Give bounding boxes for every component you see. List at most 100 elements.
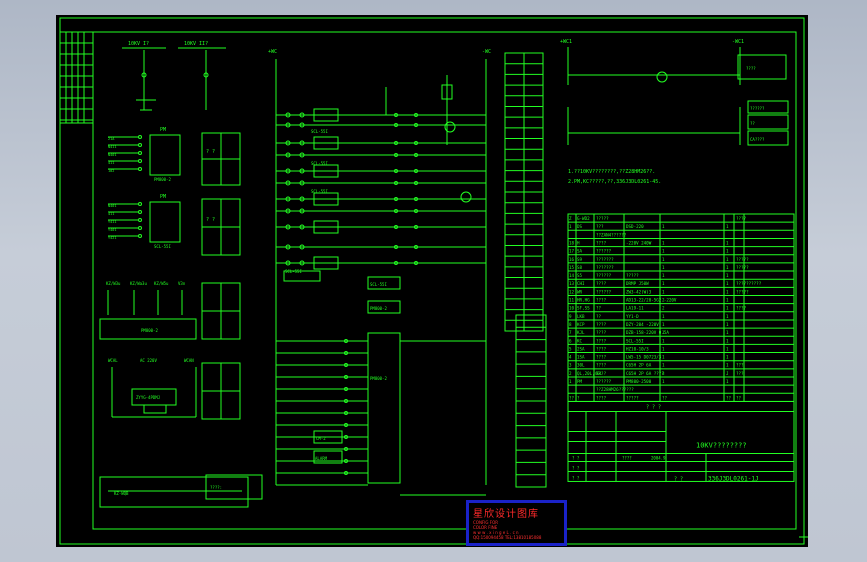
bom-cell: DS [577, 224, 583, 229]
terminal-label: Y421 [108, 236, 116, 240]
terminal-box-label: ? ? [206, 217, 215, 223]
bom-cell: PM800-2500 [626, 379, 652, 384]
bom-cell: 1 [569, 224, 572, 229]
bom-cell: 1 [662, 379, 665, 384]
bom-cell: DSD-220 [626, 224, 644, 229]
terminal-label: 21A [108, 137, 115, 141]
bom-cell: ??? [736, 363, 744, 368]
bom-cell: 5 [569, 346, 572, 351]
note-line: 1.??10KV????????,??Z28HM26??. [568, 169, 655, 175]
relay-box [143, 404, 167, 414]
terminal-circle [138, 210, 142, 214]
terminal-label: Y401 [108, 228, 116, 232]
bom-cell: 3 [662, 371, 665, 376]
bom-cell: ?? [736, 395, 742, 400]
bom-cell: LA19-11 [626, 306, 644, 311]
stamp-title: 星欣设计图库 [473, 509, 539, 520]
bom-cell: ?????? [596, 379, 612, 384]
bom-cell: ???? [596, 346, 607, 351]
bom-cell: ????? [736, 257, 749, 262]
bom-cell: ? [577, 395, 580, 400]
bom-cell: 15 [569, 265, 575, 270]
row-mark: ? ? [572, 455, 580, 460]
supply-label: 10KV I? [128, 41, 149, 47]
bom-cell: KJL [577, 330, 585, 335]
control-box-label: ALARM [315, 456, 328, 461]
bom-cell: 1 [662, 249, 665, 254]
bom-cell: DZY-204 -220V [626, 322, 659, 327]
bom-cell: 13 [569, 281, 575, 286]
pm-label: PM [160, 194, 166, 200]
bom-cell: ????? [736, 289, 749, 294]
meter-box-label: PM800-2 [141, 328, 158, 333]
outer-frame [59, 17, 805, 545]
bom-cell: 1 [662, 314, 665, 319]
bom-cell: G-WD2 [577, 216, 590, 221]
plc-box [367, 332, 401, 484]
bus-label: -WC1 [732, 39, 744, 45]
title-block-header: ? ? ? [646, 404, 661, 410]
pm-label: PM [160, 127, 166, 133]
relay-label: SCL-55I [311, 129, 328, 134]
bom-cell: 1 [726, 379, 729, 384]
bom-cell: 1 [726, 224, 729, 229]
supply-label: 10KV II? [184, 41, 208, 47]
bom-cell: S8 [577, 265, 583, 270]
note-line: 2.PM,KC?????,??,336J3DL0261-45. [568, 179, 661, 185]
bom-cell: ???? [736, 306, 747, 311]
bom-cell: HR,HG [577, 298, 590, 303]
bom-cell: 1SA [577, 355, 585, 360]
terminal-label: 411 [108, 161, 114, 165]
terminal-circle [138, 135, 142, 139]
bom-cell: 2 [569, 371, 572, 376]
bom-cell: ????? [736, 265, 749, 270]
right-small-label: CA???? [750, 137, 765, 142]
bom-cell: ?? [662, 395, 668, 400]
bom-cell: 3 [569, 363, 572, 368]
bom-cell: 1 [726, 314, 729, 319]
date-label: ???? [622, 455, 632, 460]
acdc-label: WCAL [108, 358, 118, 363]
bom-cell: 1 [726, 289, 729, 294]
bom-cell: 1 [662, 281, 665, 286]
bom-cell: 7 [569, 330, 572, 335]
bom-cell: ?????? [596, 249, 612, 254]
bom-cell: ????? [596, 216, 609, 221]
bus-label: -WC [482, 49, 491, 55]
bom-cell: 1 [726, 306, 729, 311]
bom-cell: 1 [726, 346, 729, 351]
bom-cell: H [577, 240, 580, 245]
motor-circle [656, 71, 668, 83]
right-small-label: ?????? [750, 106, 765, 111]
bom-cell: ???? [596, 363, 607, 368]
date-value: 2004.9 [651, 455, 666, 460]
component-box [149, 201, 181, 243]
bom-cell: 1 [662, 363, 665, 368]
bom-cell: KCP [577, 322, 585, 327]
acdc-box-label: ZYYG-4PDMJ [136, 395, 160, 400]
drawing-code: 336J3DL0261-1J [708, 475, 759, 482]
bom-cell: ???? [596, 395, 607, 400]
bom-cell: AD13-22/20-5G2 -220V [626, 298, 677, 303]
bom-cell: ZW3-42(W)3 [626, 289, 652, 294]
bom-cell: 1 [662, 240, 665, 245]
bom-cell: YY1-D [626, 314, 639, 319]
bom-cell: 1 [726, 257, 729, 262]
bom-cell: ??? [596, 224, 604, 229]
bom-cell: ?? [596, 314, 602, 319]
drawing-sheet: 10KV I? 10KV II? PM PM800-2 PM SCL-55I 21A N411… [56, 15, 808, 547]
bom-cell: ????? [626, 273, 639, 278]
bom-cell: ????? [626, 395, 639, 400]
bom-cell: 1 [662, 257, 665, 262]
component-box [149, 134, 181, 176]
bom-cell: CHI [577, 281, 585, 286]
control-box-label: PM800-2 [370, 376, 387, 381]
bom-cell: 1 [726, 355, 729, 360]
bom-cell: 18 [569, 240, 575, 245]
bom-cell: C65H 2P 6A ???? [626, 371, 664, 376]
bom-cell: ???? [596, 338, 607, 343]
terminal-circle [138, 151, 142, 155]
bus-label: +WC1 [560, 39, 572, 45]
terminal-circle [138, 234, 142, 238]
right-small-label: ???? [746, 66, 756, 71]
